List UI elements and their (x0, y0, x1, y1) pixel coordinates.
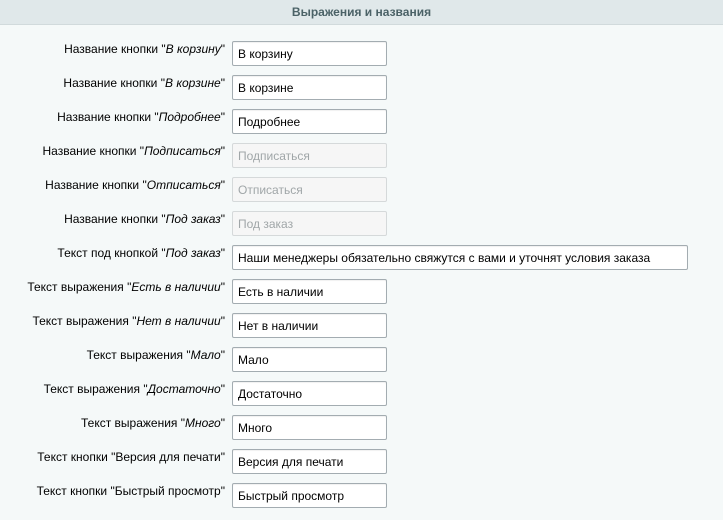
setting-row-on-order: Название кнопки "Под заказ" (0, 207, 723, 241)
enough-text-input[interactable] (232, 381, 387, 406)
setting-row-print-version: Текст кнопки "Версия для печати" (0, 445, 723, 479)
in-cart-name-input[interactable] (232, 75, 387, 100)
setting-row-quick-view: Текст кнопки "Быстрый просмотр" (0, 479, 723, 513)
setting-row-in-cart: Название кнопки "В корзине" (0, 71, 723, 105)
in-stock-text-input[interactable] (232, 279, 387, 304)
setting-label: Название кнопки "В корзине" (63, 76, 225, 90)
setting-label: Текст кнопки "Версия для печати" (37, 450, 225, 464)
settings-form: Название кнопки "В корзину" Название кно… (0, 37, 723, 513)
many-text-input[interactable] (232, 415, 387, 440)
print-version-text-input[interactable] (232, 449, 387, 474)
setting-label: Название кнопки "Под заказ" (64, 212, 225, 226)
setting-label: Текст выражения "Достаточно" (43, 382, 225, 396)
section-title: Выражения и названия (291, 5, 432, 19)
few-text-input[interactable] (232, 347, 387, 372)
setting-row-out-of-stock: Текст выражения "Нет в наличии" (0, 309, 723, 343)
setting-label: Текст кнопки "Быстрый просмотр" (36, 484, 225, 498)
setting-label: Текст выражения "Есть в наличии" (27, 280, 225, 294)
setting-row-few: Текст выражения "Мало" (0, 343, 723, 377)
setting-row-in-stock: Текст выражения "Есть в наличии" (0, 275, 723, 309)
setting-row-on-order-text: Текст под кнопкой "Под заказ" (0, 241, 723, 275)
subscribe-name-input (232, 143, 387, 168)
on-order-name-input (232, 211, 387, 236)
quick-view-text-input[interactable] (232, 483, 387, 508)
setting-row-subscribe: Название кнопки "Подписаться" (0, 139, 723, 173)
setting-row-details: Название кнопки "Подробнее" (0, 105, 723, 139)
setting-row-enough: Текст выражения "Достаточно" (0, 377, 723, 411)
out-of-stock-text-input[interactable] (232, 313, 387, 338)
on-order-text-input[interactable] (232, 245, 688, 270)
setting-label: Название кнопки "Отписаться" (45, 178, 225, 192)
setting-row-unsubscribe: Название кнопки "Отписаться" (0, 173, 723, 207)
details-name-input[interactable] (232, 109, 387, 134)
setting-label: Название кнопки "В корзину" (64, 42, 225, 56)
setting-label: Название кнопки "Подписаться" (42, 144, 226, 158)
unsubscribe-name-input (232, 177, 387, 202)
add-to-cart-name-input[interactable] (232, 41, 387, 66)
setting-label: Текст под кнопкой "Под заказ" (57, 246, 225, 260)
section-header: Выражения и названия (0, 0, 723, 25)
setting-label: Текст выражения "Мало" (86, 348, 225, 362)
setting-row-add-to-cart: Название кнопки "В корзину" (0, 37, 723, 71)
setting-row-many: Текст выражения "Много" (0, 411, 723, 445)
setting-label: Текст выражения "Нет в наличии" (32, 314, 225, 328)
setting-label: Название кнопки "Подробнее" (57, 110, 225, 124)
setting-label: Текст выражения "Много" (80, 416, 225, 430)
